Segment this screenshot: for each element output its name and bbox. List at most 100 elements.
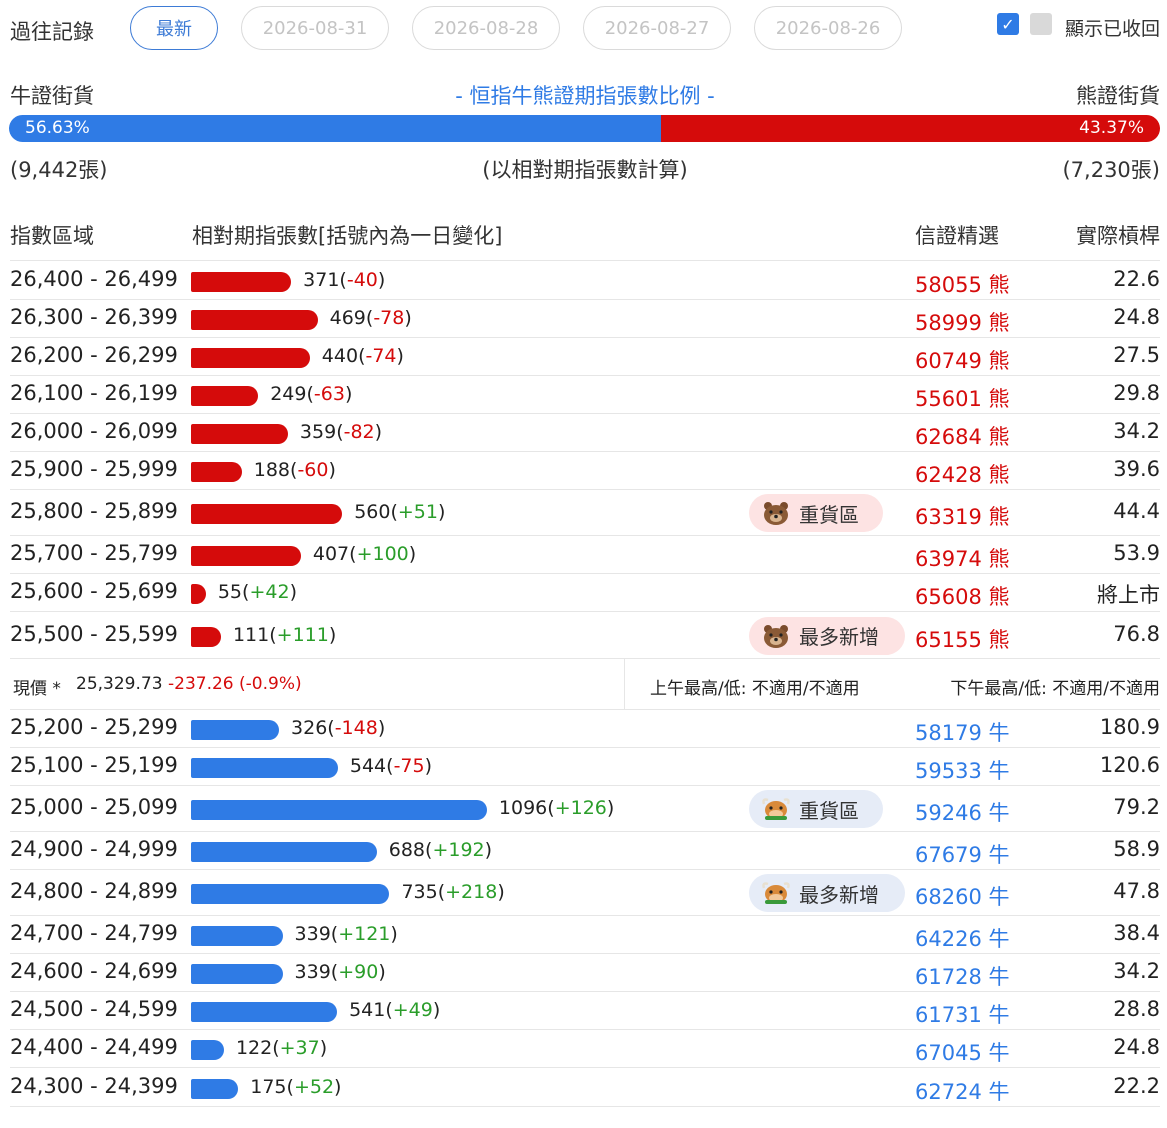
warrant-code-link[interactable]: 61731 牛 <box>915 999 1009 1029</box>
contracts-count: 440(-74) <box>321 345 404 367</box>
index-range: 26,100 - 26,199 <box>10 381 178 405</box>
contracts-bar <box>191 842 377 862</box>
contracts-count: 541(+49) <box>349 999 441 1021</box>
leverage-value: 120.6 <box>1099 753 1160 777</box>
bear-face-icon <box>761 501 791 525</box>
contracts-bar <box>191 348 310 368</box>
am-high-low: 上午最高/低: 不適用/不適用 <box>650 679 860 699</box>
show-recalled-checkbox[interactable] <box>1030 13 1052 35</box>
pill-date-4[interactable]: 2026-08-26 <box>754 6 902 50</box>
contracts-bar <box>191 310 318 330</box>
warrant-code-link[interactable]: 63319 熊 <box>915 501 1009 531</box>
warrant-code-link[interactable]: 67679 牛 <box>915 839 1009 869</box>
col-contracts: 相對期指張數[括號內為一日變化] <box>192 224 503 248</box>
ratio-footer: (9,442張) (以相對期指張數計算) (7,230張) <box>10 154 1160 182</box>
index-range: 24,300 - 24,399 <box>10 1073 178 1098</box>
bear-pct: 43.37% <box>1079 118 1144 138</box>
contracts-count: 371(-40) <box>303 269 386 291</box>
contracts-change: +111 <box>276 623 329 646</box>
warrant-code-link[interactable]: 63974 熊 <box>915 543 1009 573</box>
warrant-code-link[interactable]: 64226 牛 <box>915 923 1009 953</box>
index-range: 26,300 - 26,399 <box>10 305 178 329</box>
badge-bear: 重貨區 <box>749 494 883 532</box>
leverage-value: 29.8 <box>1113 381 1160 405</box>
contracts-count: 326(-148) <box>291 717 386 739</box>
warrant-code-link[interactable]: 67045 牛 <box>915 1037 1009 1067</box>
badge-label: 最多新增 <box>799 882 879 907</box>
contracts-count: 188(-60) <box>253 459 336 481</box>
contracts-bar <box>191 626 221 647</box>
contracts-change: +218 <box>445 881 498 903</box>
pill-date-2[interactable]: 2026-08-28 <box>412 6 560 50</box>
leverage-value: 44.4 <box>1113 499 1160 523</box>
contracts-change: +42 <box>249 581 290 603</box>
ratio-title: - 恒指牛熊證期指張數比例 - <box>455 84 715 108</box>
contracts-change: +100 <box>356 543 409 565</box>
contracts-count: 122(+37) <box>235 1037 328 1059</box>
spot-price-row: 現價 * 25,329.73 -237.26 (-0.9%) 上午最高/低: 不… <box>10 659 1160 710</box>
table-row: 24,800 - 24,899 735(+218) 最多新增 68260 牛 47.8 <box>10 870 1160 916</box>
bull-pct: 56.63% <box>25 118 90 138</box>
contracts-bar <box>191 758 338 778</box>
leverage-value: 180.9 <box>1099 715 1160 739</box>
leverage-value: 22.2 <box>1113 1073 1160 1098</box>
table-row: 25,000 - 25,099 1096(+126) 重貨區 59246 牛 79.2 <box>10 786 1160 832</box>
contracts-bar <box>191 504 343 524</box>
spot-value: 25,329.73 <box>76 674 163 694</box>
contracts-count: 469(-78) <box>329 307 412 329</box>
index-range: 25,100 - 25,199 <box>10 753 178 777</box>
contracts-count: 1096(+126) <box>498 797 615 819</box>
table-row: 24,600 - 24,699 339(+90) 61728 牛 34.2 <box>10 954 1160 992</box>
warrant-code-link[interactable]: 58055 熊 <box>915 269 1009 299</box>
warrant-code-link[interactable]: 60749 熊 <box>915 345 1009 375</box>
table-row: 24,400 - 24,499 122(+37) 67045 牛 24.8 <box>10 1030 1160 1068</box>
warrant-code-link[interactable]: 58999 熊 <box>915 307 1009 337</box>
contracts-change: +49 <box>392 999 433 1021</box>
warrant-code-link[interactable]: 58179 牛 <box>915 717 1009 747</box>
contracts-count: 407(+100) <box>312 543 417 565</box>
contracts-bar <box>191 584 206 604</box>
warrant-code-link[interactable]: 62724 牛 <box>915 1076 1009 1106</box>
warrant-code-link[interactable]: 65608 熊 <box>915 581 1009 611</box>
contracts-bar <box>191 462 242 482</box>
pm-high-low: 下午最高/低: 不適用/不適用 <box>950 679 1160 699</box>
warrant-code-link[interactable]: 61728 牛 <box>915 961 1009 991</box>
index-range: 25,900 - 25,999 <box>10 457 178 481</box>
index-range: 26,200 - 26,299 <box>10 343 178 367</box>
contracts-change: -63 <box>313 383 345 405</box>
warrant-code-link[interactable]: 62428 熊 <box>915 459 1009 489</box>
warrant-code-link[interactable]: 59533 牛 <box>915 755 1009 785</box>
contracts-change: -78 <box>373 307 405 329</box>
checkbox-checked-icon[interactable]: ✓ <box>997 13 1019 35</box>
contracts-change: -82 <box>343 421 375 443</box>
table-row: 24,900 - 24,999 688(+192) 67679 牛 58.9 <box>10 832 1160 870</box>
warrant-code-link[interactable]: 68260 牛 <box>915 881 1009 911</box>
table-row: 26,200 - 26,299 440(-74) 60749 熊 27.5 <box>10 338 1160 376</box>
contracts-bar <box>191 800 487 820</box>
contracts-bar <box>191 964 283 984</box>
warrant-code-link[interactable]: 59246 牛 <box>915 797 1009 827</box>
col-leverage: 實際槓桿 <box>1076 224 1160 248</box>
pill-date-1[interactable]: 2026-08-31 <box>241 6 389 50</box>
contracts-bar <box>191 386 259 406</box>
pill-latest[interactable]: 最新 <box>130 6 218 50</box>
leverage-value: 22.6 <box>1113 267 1160 291</box>
table-row: 25,700 - 25,799 407(+100) 63974 熊 53.9 <box>10 536 1160 574</box>
pill-date-3[interactable]: 2026-08-27 <box>583 6 731 50</box>
col-pick: 信證精選 <box>915 224 999 248</box>
contracts-count: 359(-82) <box>299 421 383 443</box>
warrant-code-link[interactable]: 65155 熊 <box>915 624 1009 654</box>
table-row: 25,500 - 25,599 111(+111) 最多新增 65155 熊 76.8 <box>10 612 1160 659</box>
leverage-value: 58.9 <box>1113 837 1160 861</box>
contracts-count: 111(+111) <box>232 623 337 646</box>
contracts-bar <box>191 1002 338 1022</box>
leverage-value: 24.8 <box>1113 305 1160 329</box>
index-range: 24,400 - 24,499 <box>10 1035 178 1059</box>
warrant-code-link[interactable]: 62684 熊 <box>915 421 1009 451</box>
bull-face-icon <box>761 797 791 821</box>
warrant-code-link[interactable]: 55601 熊 <box>915 383 1009 413</box>
badge-label: 重貨區 <box>799 798 859 823</box>
contracts-count: 544(-75) <box>349 755 433 777</box>
index-range: 26,000 - 26,099 <box>10 419 178 443</box>
leverage-value: 27.5 <box>1113 343 1160 367</box>
